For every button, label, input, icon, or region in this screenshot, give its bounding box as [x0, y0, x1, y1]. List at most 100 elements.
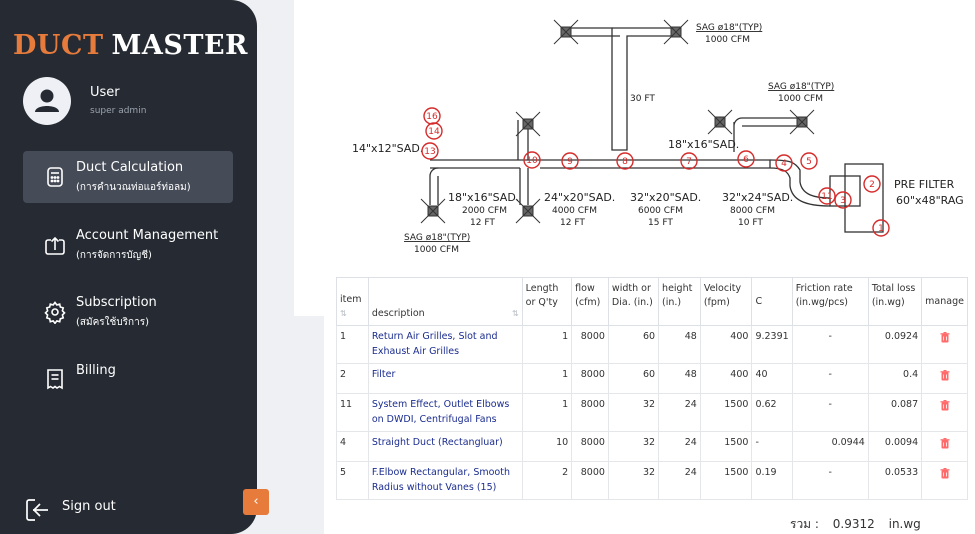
receipt-icon [47, 369, 63, 390]
label-sad-32x20: 32"x20"SAD. [630, 191, 701, 204]
col-description[interactable]: description ⇅ [367, 277, 523, 326]
cell-total: 0.0094 [867, 431, 923, 462]
nav-billing[interactable]: Billing [23, 353, 233, 405]
cell-manage [921, 461, 968, 500]
cell-description: F.Elbow Rectangular, Smooth Radius witho… [367, 461, 523, 500]
nav-duct-calculation[interactable]: Duct Calculation (การคำนวณท่อแอร์ท่อลม) [23, 151, 233, 203]
user-name: User [90, 85, 120, 100]
sort-icon: ⇅ [340, 309, 347, 318]
label-cfm-top: 1000 CFM [705, 35, 750, 45]
app-logo: DUCT MASTER [13, 30, 248, 61]
cell-manage [921, 363, 968, 394]
cell-c: 40 [751, 363, 793, 394]
table-header-row: item ⇅ description ⇅ Length or Q'ty flow … [336, 277, 968, 326]
label-sag-top: SAG ø18"(TYP) [696, 23, 762, 33]
cell-length: 1 [521, 363, 573, 394]
cell-velocity: 1500 [699, 393, 753, 432]
cell-width: 32 [607, 461, 660, 500]
total-value: 0.9312 [832, 517, 875, 531]
cell-height: 48 [658, 325, 701, 364]
marker-14: 14 [425, 122, 443, 140]
collapse-sidebar-button[interactable]: ‹ [243, 489, 269, 515]
cell-friction: - [791, 461, 869, 500]
marker-6: 6 [737, 150, 755, 168]
marker-label: 11 [821, 192, 832, 202]
cell-flow: 8000 [571, 431, 609, 462]
marker-label: 16 [426, 112, 438, 122]
cell-total: 0.0924 [867, 325, 923, 364]
marker-8: 8 [616, 152, 634, 170]
trash-icon[interactable] [940, 400, 950, 411]
label-15ft: 15 FT [648, 218, 673, 228]
cell-width: 32 [607, 393, 660, 432]
table-row: 2 Filter 1 8000 60 48 400 40-0.4 [336, 363, 968, 394]
col-item[interactable]: item ⇅ [336, 277, 369, 326]
cell-velocity: 400 [699, 325, 753, 364]
cell-friction: - [791, 363, 869, 394]
nav-subscription[interactable]: Subscription (สมัครใช้บริการ) [23, 286, 233, 338]
marker-5: 5 [800, 152, 818, 170]
total-unit: in.wg [888, 517, 921, 531]
trash-icon[interactable] [940, 370, 950, 381]
label-cfm-bottom: 1000 CFM [414, 245, 459, 255]
cell-velocity: 1500 [699, 431, 753, 462]
cell-height: 24 [658, 431, 701, 462]
marker-13: 13 [421, 142, 439, 160]
table-row: 1 Return Air Grilles, Slot and Exhaust Ai… [336, 325, 968, 364]
trash-icon[interactable] [940, 468, 950, 479]
chevron-left-icon: ‹ [253, 494, 259, 509]
cell-item: 5 [336, 461, 369, 500]
logo-part-duct: DUCT [13, 30, 104, 61]
cell-width: 60 [607, 325, 660, 364]
cell-velocity: 1500 [699, 461, 753, 500]
cell-length: 1 [521, 393, 573, 432]
cell-friction: - [791, 325, 869, 364]
marker-label: 3 [840, 196, 846, 206]
col-velocity: Velocity (fpm) [699, 277, 753, 326]
label-sag-bottom: SAG ø18"(TYP) [404, 233, 470, 243]
marker-label: 10 [526, 156, 538, 166]
cell-manage [921, 431, 968, 462]
label-sad-24x20: 24"x20"SAD. [544, 191, 615, 204]
nav-label: Subscription [76, 295, 157, 310]
marker-label: 14 [428, 127, 440, 137]
col-height: height (in.) [658, 277, 701, 326]
col-length: Length or Q'ty [521, 277, 573, 326]
cell-c: - [751, 431, 793, 462]
cell-c: 0.19 [751, 461, 793, 500]
logo-part-master: MASTER [111, 30, 248, 61]
signout-button[interactable]: Sign out [23, 495, 163, 525]
trash-icon[interactable] [940, 438, 950, 449]
label-cfm-4000: 4000 CFM [552, 206, 597, 216]
total-label: รวม : [790, 517, 819, 531]
cell-length: 2 [521, 461, 573, 500]
col-total: Total loss (in.wg) [867, 277, 923, 326]
cell-width: 32 [607, 431, 660, 462]
label-sad-14x12: 14"x12"SAD. [352, 142, 423, 155]
cell-total: 0.0533 [867, 461, 923, 500]
sort-icon: ⇅ [511, 309, 519, 318]
cell-width: 60 [607, 363, 660, 394]
label-cfm-6000: 6000 CFM [638, 206, 683, 216]
label-sad-18x16: 18"x16"SAD. [448, 191, 519, 204]
cell-length: 10 [521, 431, 573, 462]
avatar[interactable] [23, 77, 71, 125]
label-sad-32x24: 32"x24"SAD. [722, 191, 793, 204]
nav-sublabel: (การจัดการบัญชี) [76, 250, 152, 261]
marker-2: 2 [863, 175, 881, 193]
cell-height: 48 [658, 363, 701, 394]
cell-description: Return Air Grilles, Slot and Exhaust Air… [367, 325, 523, 364]
table-row: 11 System Effect, Outlet Elbows on DWDI, … [336, 393, 968, 432]
label-30ft: 30 FT [630, 94, 655, 104]
table-row: 5 F.Elbow Rectangular, Smooth Radius with… [336, 461, 968, 500]
marker-label: 5 [806, 157, 812, 167]
nav-account-management[interactable]: Account Management (การจัดการบัญชี) [23, 219, 233, 271]
label-cfm-2000: 2000 CFM [462, 206, 507, 216]
label-sag-right: SAG ø18"(TYP) [768, 82, 834, 92]
total-summary: รวม : 0.9312 in.wg [790, 515, 931, 534]
trash-icon[interactable] [940, 332, 950, 343]
duct-diagram: SAG ø18"(TYP) 1000 CFM SAG ø18"(TYP) 100… [352, 19, 964, 255]
cell-height: 24 [658, 393, 701, 432]
gear-icon [44, 301, 66, 324]
nav-label: Duct Calculation [76, 160, 184, 175]
